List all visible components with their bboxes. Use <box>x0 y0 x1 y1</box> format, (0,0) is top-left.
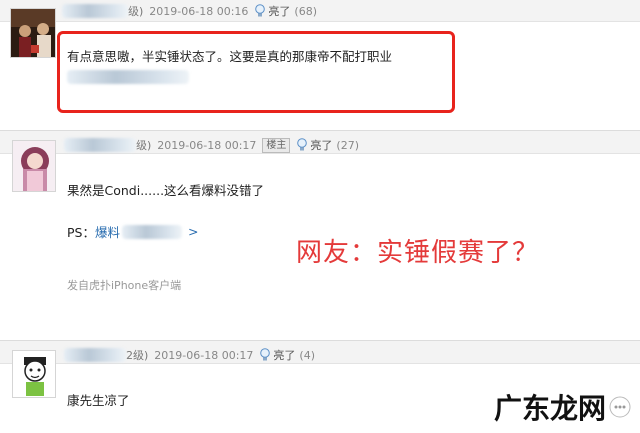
ps-link[interactable]: 爆料 <box>95 222 120 241</box>
ps-link-arrow[interactable]: > <box>188 224 198 239</box>
lightbulb-icon[interactable] <box>254 4 266 18</box>
post-time: 2019-06-18 00:17 <box>157 138 257 152</box>
ps-line: PS： 爆料 > <box>67 222 198 241</box>
reply-meta: 2级) 2019-06-18 00:17 亮了 (4) <box>64 344 315 366</box>
blurred-link[interactable] <box>122 224 182 239</box>
watermark: 广东龙网 <box>494 387 632 427</box>
username-blurred[interactable] <box>64 348 126 362</box>
reply-meta: 级) 2019-06-18 00:17 楼主 亮了 (27) <box>64 134 359 156</box>
post-time: 2019-06-18 00:17 <box>154 348 254 362</box>
username-blurred[interactable] <box>64 138 136 152</box>
lightbulb-icon[interactable] <box>296 138 308 152</box>
user-level: 2级) <box>126 349 149 362</box>
reply-meta: 级) 2019-06-18 00:16 亮了 (68) <box>62 0 317 22</box>
highlight-box <box>57 31 455 113</box>
watermark-text: 广东龙网 <box>493 392 606 425</box>
annotation-text: 网友：实锤假赛了？ <box>296 238 540 268</box>
user-level: 级) <box>136 139 152 152</box>
post-time: 2019-06-18 00:16 <box>149 4 249 18</box>
light-button[interactable]: 亮了 <box>310 137 332 153</box>
ps-prefix: PS： <box>67 225 95 240</box>
avatar[interactable] <box>10 8 56 58</box>
client-source[interactable]: 发自虎扑iPhone客户端 <box>67 277 181 293</box>
op-badge: 楼主 <box>262 137 291 153</box>
light-count: (27) <box>336 138 360 152</box>
reply-content: 果然是Condi......这么看爆料没错了 <box>67 183 265 198</box>
avatar[interactable] <box>12 140 56 192</box>
light-count: (68) <box>294 4 318 18</box>
user-level: 级) <box>128 5 144 18</box>
username-blurred[interactable] <box>62 4 128 18</box>
avatar[interactable] <box>12 350 56 398</box>
light-button[interactable]: 亮了 <box>273 347 295 363</box>
lightbulb-icon[interactable] <box>259 348 271 362</box>
reply-content: 康先生凉了 <box>67 393 130 408</box>
light-button[interactable]: 亮了 <box>268 3 290 19</box>
chat-bubble-icon <box>609 396 631 418</box>
light-count: (4) <box>299 348 316 362</box>
